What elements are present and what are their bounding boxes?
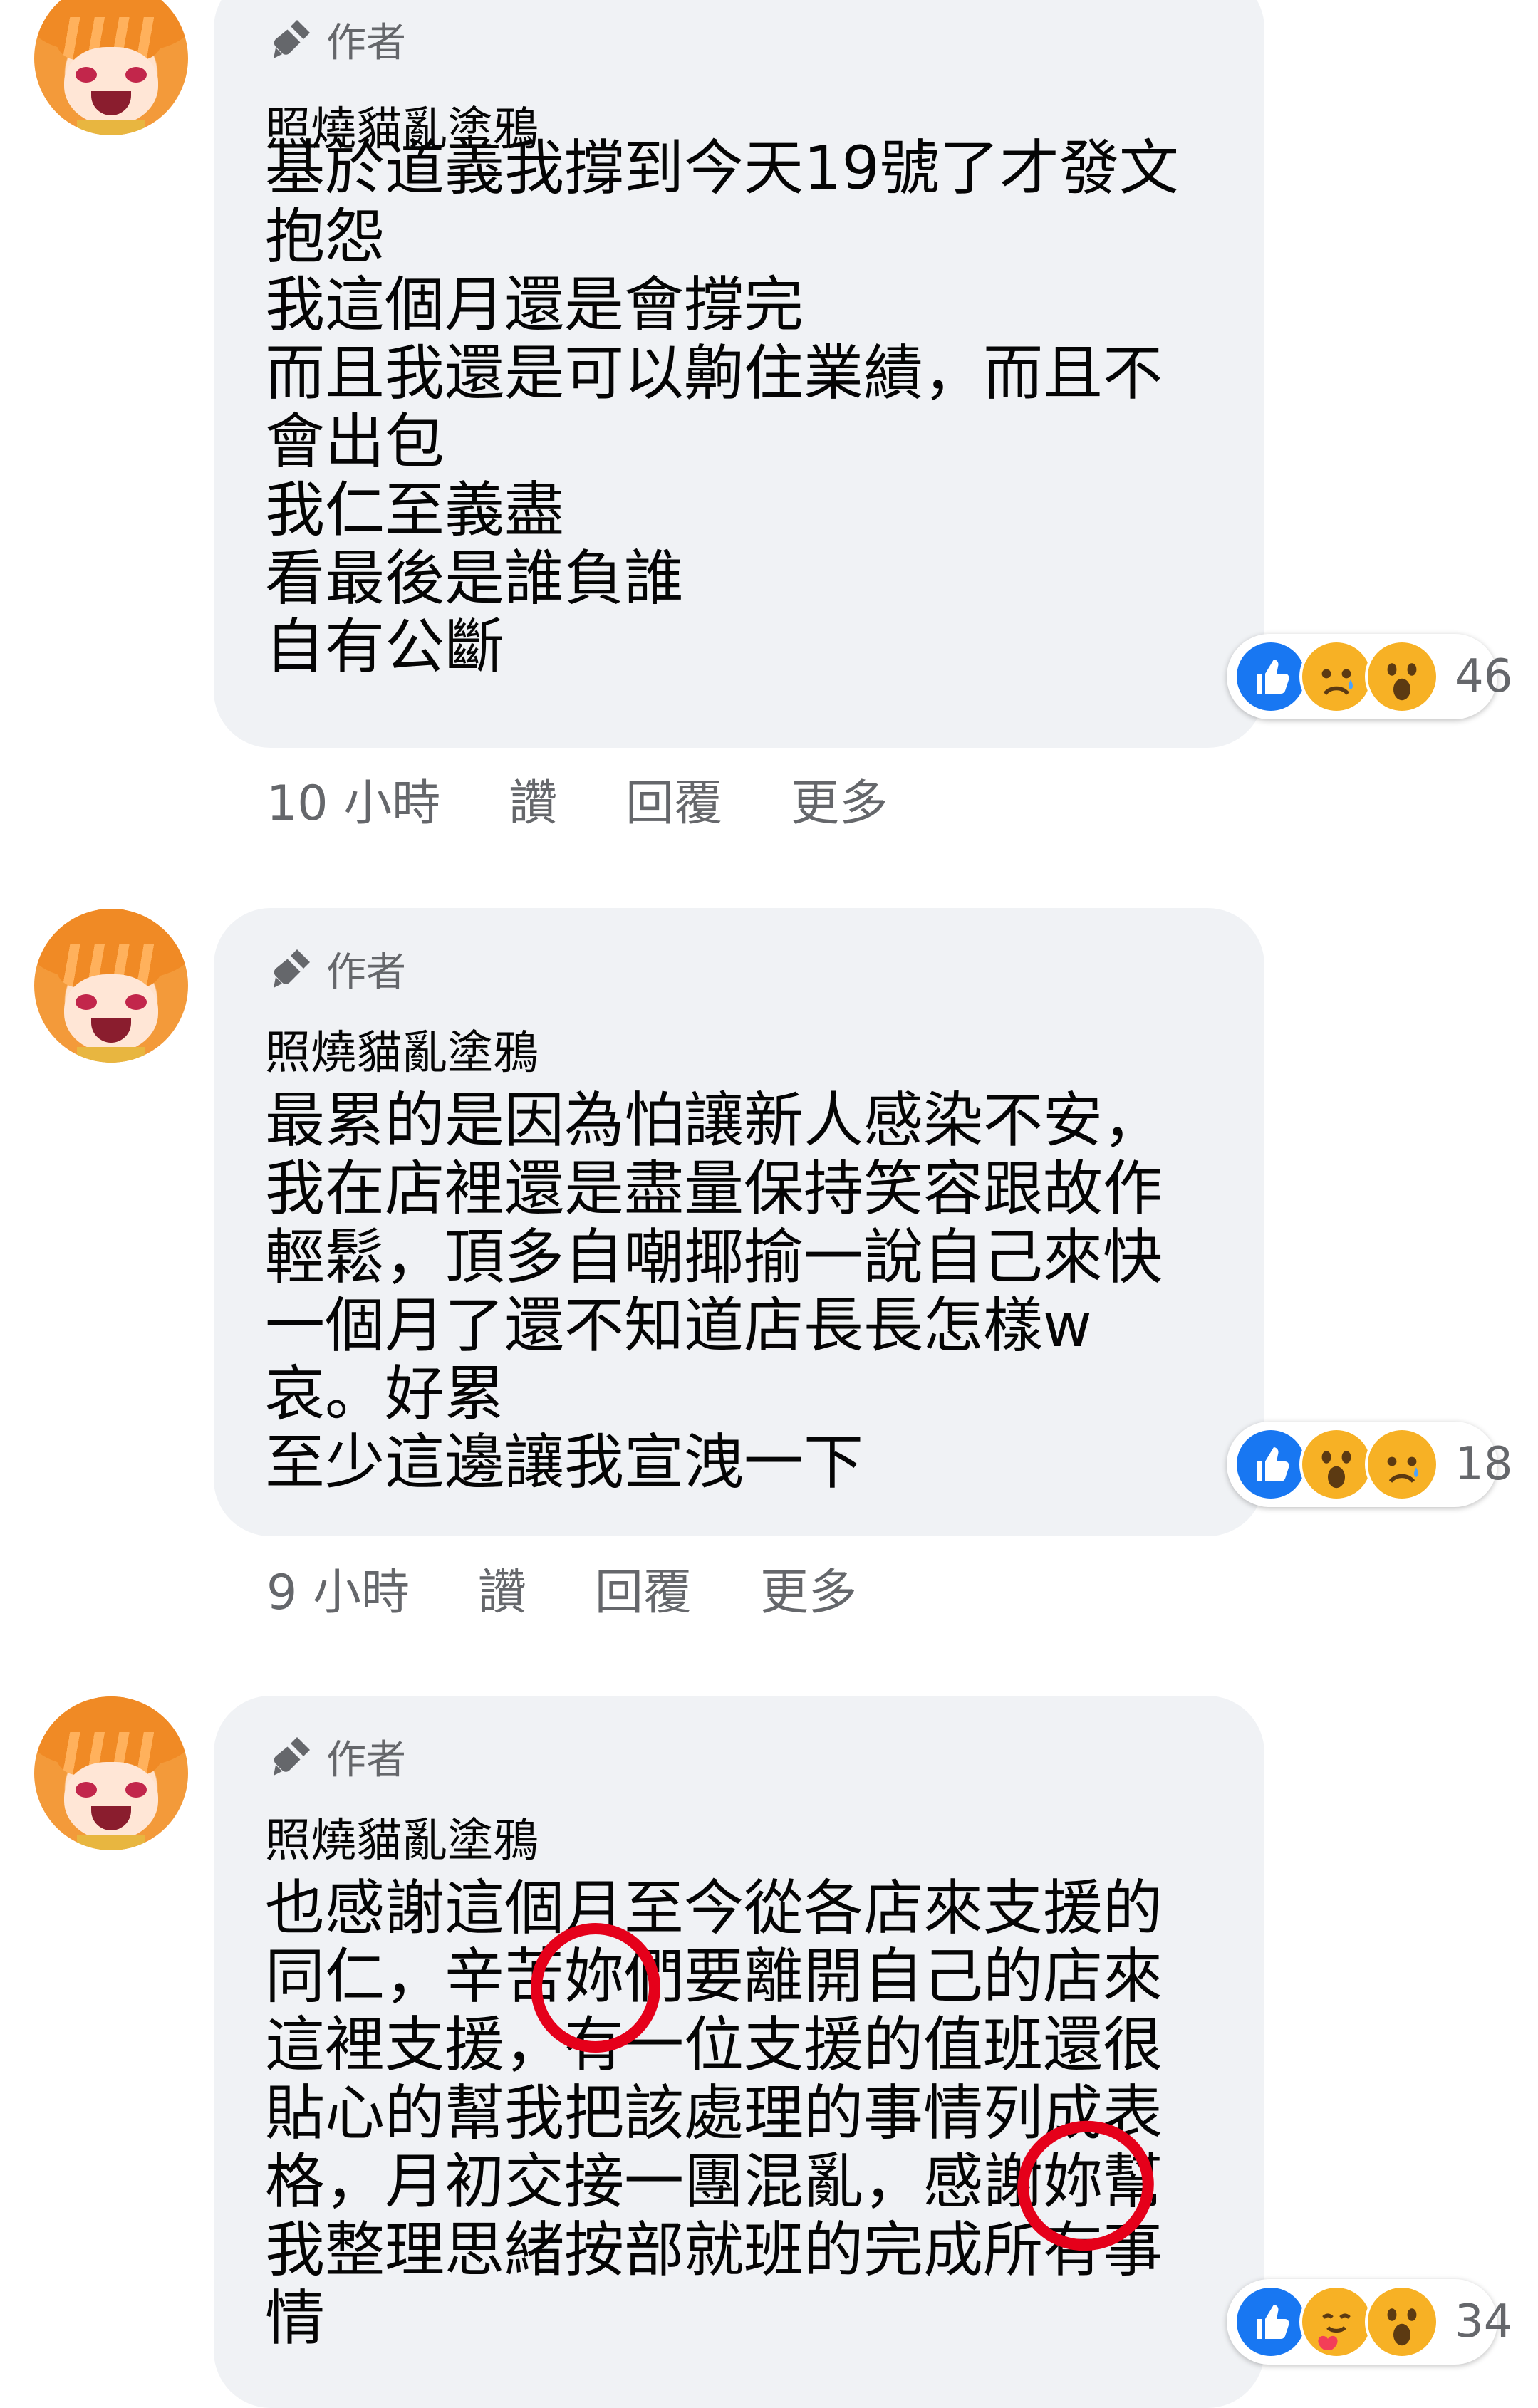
comment-line: 會出包	[265, 407, 445, 476]
comment-line: 抱怨	[265, 202, 385, 271]
comment-line: 一個月了還不知道店長長怎樣w	[265, 1291, 1092, 1360]
comment-text: 基於道義我撐到今天19號了才發文 抱怨 我這個月還是會撐完 而且我還是可以齁住業…	[265, 134, 1220, 681]
comment-text: 也感謝這個月至今從各店來支援的 同仁，辛苦妳們要離開自己的店來 這裡支援，有一位…	[265, 1874, 1220, 2352]
author-badge: 作者	[265, 944, 406, 996]
comment-line: 至少這邊讓我宣洩一下	[265, 1427, 864, 1497]
comment-line: 同仁，辛苦妳們要離開自己的店來	[265, 1941, 1163, 2011]
microphone-icon	[274, 1737, 310, 1776]
wow-icon	[1365, 640, 1439, 714]
sad-icon	[1365, 1427, 1439, 1501]
comment-line: 基於道義我撐到今天19號了才發文	[265, 133, 1179, 203]
author-badge: 作者	[265, 14, 406, 66]
comment-line: 情	[265, 2283, 326, 2353]
comment-line: 這裡支援，有一位支援的值班還很	[265, 2010, 1163, 2080]
microphone-icon	[274, 20, 310, 58]
comment-actions: 9 小時 讚 回覆 更多	[266, 1553, 925, 1623]
author-avatar[interactable]	[34, 1696, 188, 1850]
wow-icon	[1365, 2285, 1439, 2359]
more-button[interactable]: 更多	[791, 763, 888, 834]
timestamp[interactable]: 10 小時	[266, 763, 440, 834]
comment-text: 最累的是因為怕讓新人感染不安， 我在店裡還是盡量保持笑容跟故作 輕鬆，頂多自嘲揶…	[265, 1086, 1220, 1496]
like-icon	[1234, 1427, 1308, 1501]
comment-line: 我在店裡還是盡量保持笑容跟故作	[265, 1154, 1163, 1224]
author-avatar[interactable]	[34, 0, 188, 135]
comment-line: 自有公斷	[265, 612, 505, 682]
comment-line: 而且我還是可以齁住業績，而且不	[265, 338, 1163, 408]
reaction-count: 34	[1455, 2295, 1513, 2348]
reaction-summary[interactable]: 18	[1227, 1422, 1512, 1507]
comment-line: 哀。好累	[265, 1359, 505, 1429]
author-avatar[interactable]	[34, 909, 188, 1063]
author-badge: 作者	[265, 1731, 406, 1783]
comment-line: 我這個月還是會撐完	[265, 270, 804, 340]
reaction-summary[interactable]: 46	[1227, 634, 1512, 719]
like-button[interactable]: 讚	[509, 763, 557, 834]
more-button[interactable]: 更多	[760, 1553, 857, 1623]
like-icon	[1234, 2285, 1308, 2359]
wow-icon	[1299, 1427, 1373, 1501]
reply-button[interactable]: 回覆	[595, 1553, 692, 1623]
author-name[interactable]: 照燒貓亂塗鴉	[265, 1016, 539, 1082]
comment-line: 最累的是因為怕讓新人感染不安，	[265, 1085, 1163, 1155]
comment-line: 看最後是誰負誰	[265, 543, 685, 613]
reaction-count: 18	[1455, 1438, 1513, 1491]
author-name[interactable]: 照燒貓亂塗鴉	[265, 1804, 539, 1870]
microphone-icon	[274, 949, 310, 988]
care-icon	[1299, 2285, 1373, 2359]
author-badge-label: 作者	[326, 19, 406, 66]
comment-line: 輕鬆，頂多自嘲揶揄一說自己來快	[265, 1222, 1163, 1292]
comment-actions: 10 小時 讚 回覆 更多	[266, 763, 956, 834]
comment-bubble: 作者 照燒貓亂塗鴉 基於道義我撐到今天19號了才發文 抱怨 我這個月還是會撐完 …	[214, 0, 1264, 748]
timestamp[interactable]: 9 小時	[266, 1553, 410, 1623]
comment-line: 我仁至義盡	[265, 475, 565, 545]
author-badge-label: 作者	[326, 949, 406, 996]
like-button[interactable]: 讚	[478, 1553, 526, 1623]
reaction-count: 46	[1455, 650, 1513, 703]
comment-bubble: 作者 照燒貓亂塗鴉 最累的是因為怕讓新人感染不安， 我在店裡還是盡量保持笑容跟故…	[214, 908, 1264, 1536]
comment-line: 也感謝這個月至今從各店來支援的	[265, 1873, 1163, 1943]
reaction-summary[interactable]: 34	[1227, 2279, 1512, 2365]
comment-bubble: 作者 照燒貓亂塗鴉 也感謝這個月至今從各店來支援的 同仁，辛苦妳們要離開自己的店…	[214, 1696, 1264, 2408]
author-badge-label: 作者	[326, 1736, 406, 1783]
like-icon	[1234, 640, 1308, 714]
reply-button[interactable]: 回覆	[625, 763, 722, 834]
sad-icon	[1299, 640, 1373, 714]
